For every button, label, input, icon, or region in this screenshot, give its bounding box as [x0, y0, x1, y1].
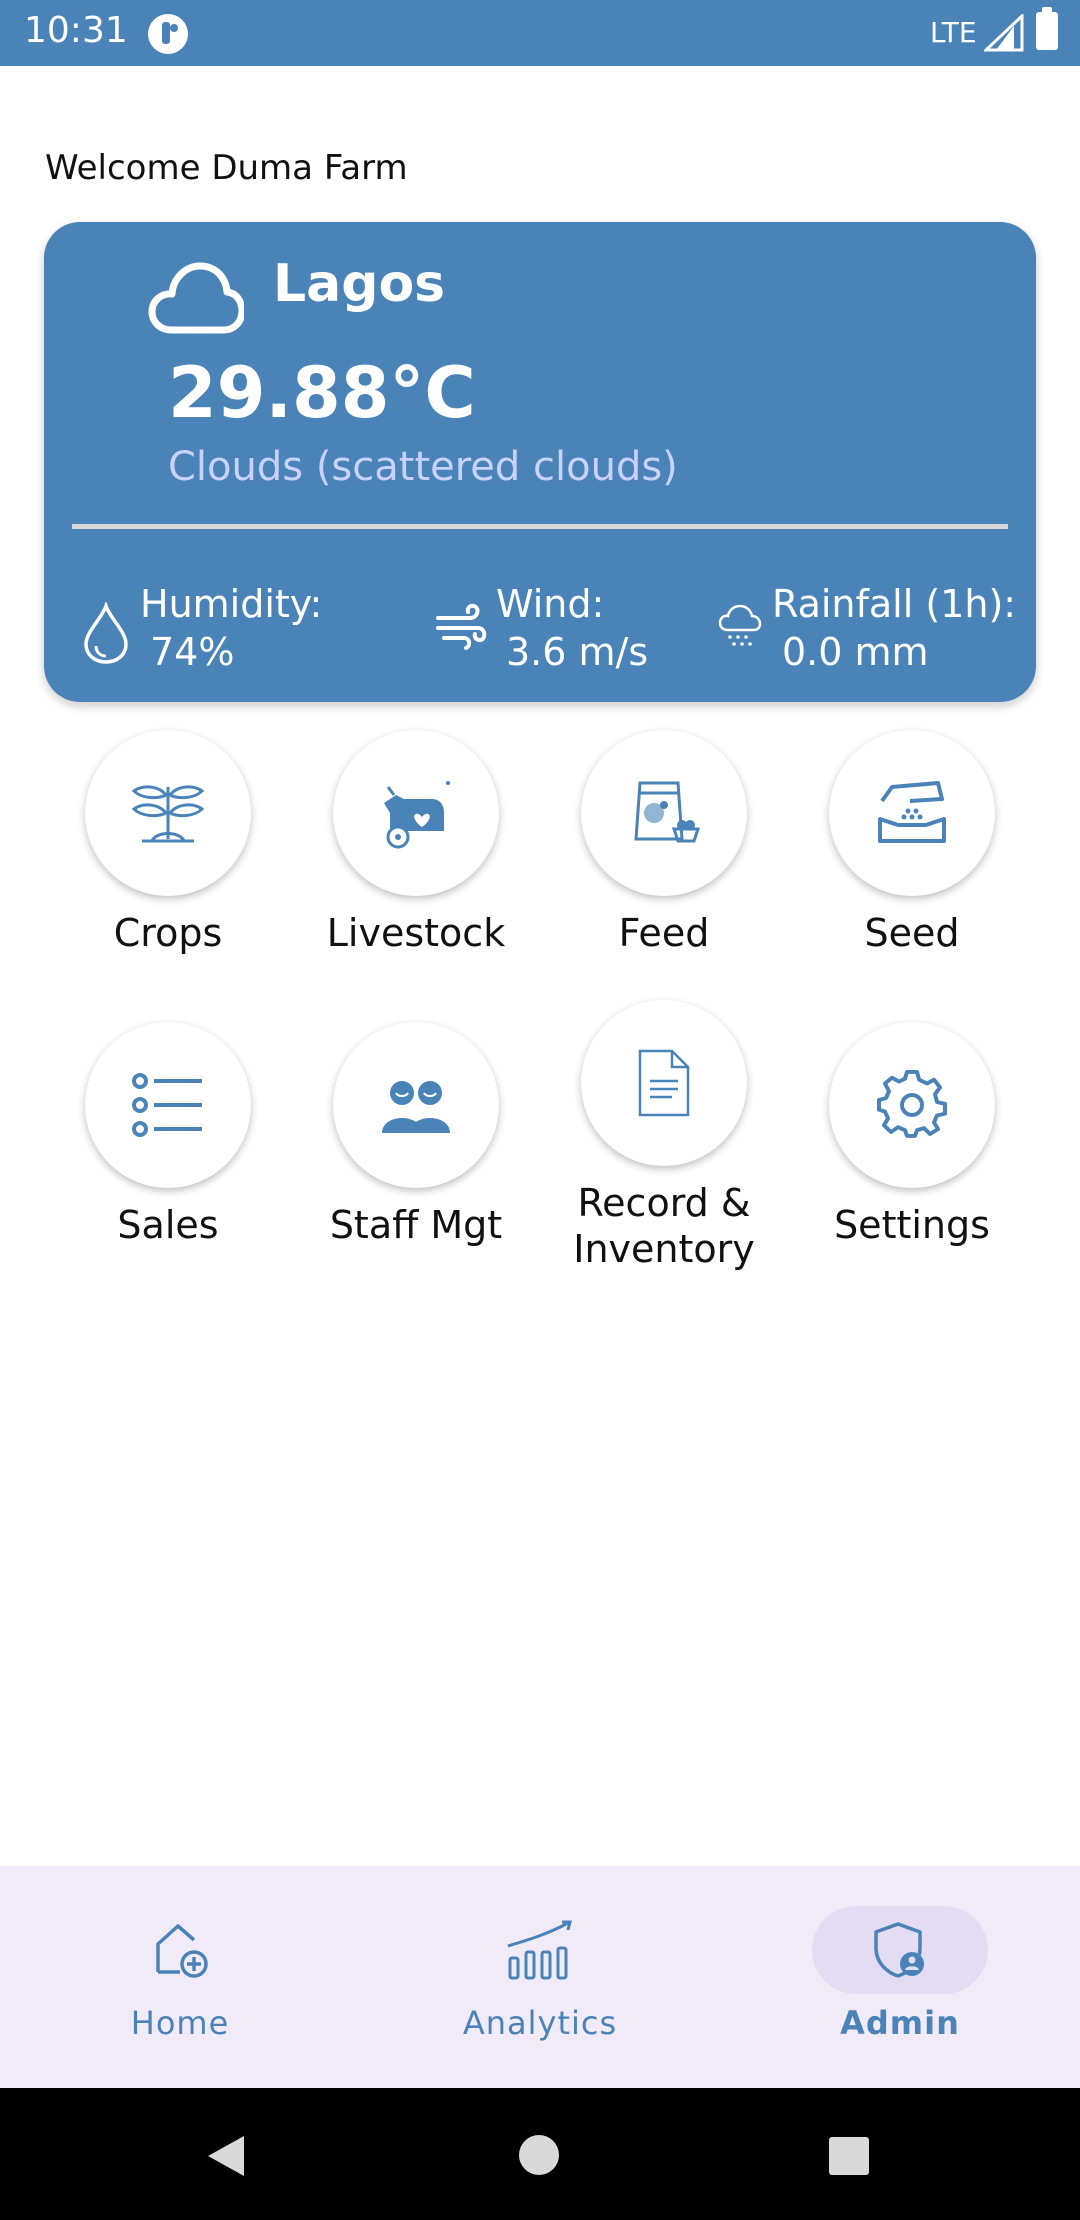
analytics-icon	[507, 1920, 572, 1980]
feature-feed-circle[interactable]	[581, 730, 747, 896]
feature-record-inventory[interactable]: Record & Inventory	[544, 1000, 784, 1272]
humidity-value: 74%	[150, 630, 235, 674]
rainfall-label: Rainfall (1h):	[772, 582, 1017, 626]
feature-livestock[interactable]: Livestock	[296, 730, 536, 956]
feature-seed[interactable]: Seed	[792, 730, 1032, 956]
notification-app-icon	[148, 14, 188, 54]
feed-icon	[634, 781, 701, 843]
humidity-label: Humidity:	[140, 582, 323, 626]
system-navigation-bar	[0, 2088, 1080, 2220]
droplet-icon	[84, 602, 128, 664]
feature-label: Feed	[618, 911, 710, 955]
temperature: 29.88°C	[168, 352, 476, 434]
feature-label: Staff Mgt	[329, 1203, 503, 1247]
welcome-text: Welcome Duma Farm	[45, 148, 408, 188]
livestock-icon	[384, 781, 450, 849]
feature-label: Seed	[864, 911, 960, 955]
feature-feed[interactable]: Feed	[544, 730, 784, 956]
rainfall-metric: Rainfall (1h): 0.0 mm	[716, 580, 1016, 676]
wind-icon	[436, 603, 487, 650]
wind-label: Wind:	[496, 582, 605, 626]
feature-label: Sales	[117, 1203, 219, 1247]
battery-icon	[1036, 7, 1058, 50]
recents-icon[interactable]	[828, 2136, 870, 2176]
weather-card: Lagos 29.88°C Clouds (scattered clouds) …	[44, 222, 1036, 702]
nav-admin-label: Admin	[840, 2004, 960, 2042]
wind-value: 3.6 m/s	[506, 630, 649, 674]
feature-label: Record & Inventory	[573, 1181, 755, 1271]
signal-icon	[984, 14, 1024, 52]
nav-admin[interactable]: Admin	[780, 1906, 1020, 2042]
rain-cloud-icon	[718, 604, 762, 646]
back-icon[interactable]	[204, 2134, 246, 2178]
weather-description: Clouds (scattered clouds)	[168, 444, 678, 490]
feature-staff-mgt[interactable]: Staff Mgt	[296, 1022, 536, 1248]
nav-analytics-icon-wrap[interactable]	[452, 1906, 628, 1994]
feature-label: Settings	[834, 1203, 990, 1247]
nav-analytics[interactable]: Analytics	[420, 1906, 660, 2042]
nav-home-icon-wrap[interactable]	[92, 1906, 268, 1994]
feature-sales-circle[interactable]	[85, 1022, 251, 1188]
nav-analytics-label: Analytics	[462, 2004, 618, 2042]
status-time: 10:31	[24, 10, 128, 51]
rainfall-value: 0.0 mm	[782, 630, 929, 674]
home-icon[interactable]	[518, 2134, 560, 2176]
nav-home-label: Home	[130, 2004, 230, 2042]
gear-icon	[877, 1070, 947, 1138]
feature-settings-circle[interactable]	[829, 1022, 995, 1188]
nav-home[interactable]: Home	[60, 1906, 300, 2042]
feature-label: Livestock	[326, 911, 506, 955]
feature-settings[interactable]: Settings	[792, 1022, 1032, 1248]
feature-label: Crops	[113, 911, 223, 955]
feature-crops-circle[interactable]	[85, 730, 251, 896]
feature-livestock-circle[interactable]	[333, 730, 499, 896]
status-bar: 10:31 LTE	[0, 0, 1080, 66]
city-name: Lagos	[273, 254, 446, 314]
card-divider	[72, 524, 1008, 529]
humidity-metric: Humidity: 74%	[80, 580, 322, 676]
admin-shield-icon	[874, 1922, 924, 1978]
network-type: LTE	[930, 16, 977, 49]
sales-list-icon	[132, 1073, 202, 1137]
feature-seed-circle[interactable]	[829, 730, 995, 896]
home-add-icon	[156, 1924, 208, 1978]
cloud-icon	[148, 262, 244, 334]
bottom-navigation: Home Analytics Admin	[0, 1866, 1080, 2088]
feature-sales[interactable]: Sales	[48, 1022, 288, 1248]
document-icon	[638, 1049, 690, 1117]
staff-icon	[382, 1081, 450, 1133]
crops-icon	[131, 785, 205, 843]
feature-crops[interactable]: Crops	[48, 730, 288, 956]
feature-record-circle[interactable]	[581, 1000, 747, 1166]
nav-admin-icon-wrap[interactable]	[812, 1906, 988, 1994]
seed-icon	[878, 781, 946, 843]
wind-metric: Wind: 3.6 m/s	[434, 580, 648, 676]
feature-staff-circle[interactable]	[333, 1022, 499, 1188]
